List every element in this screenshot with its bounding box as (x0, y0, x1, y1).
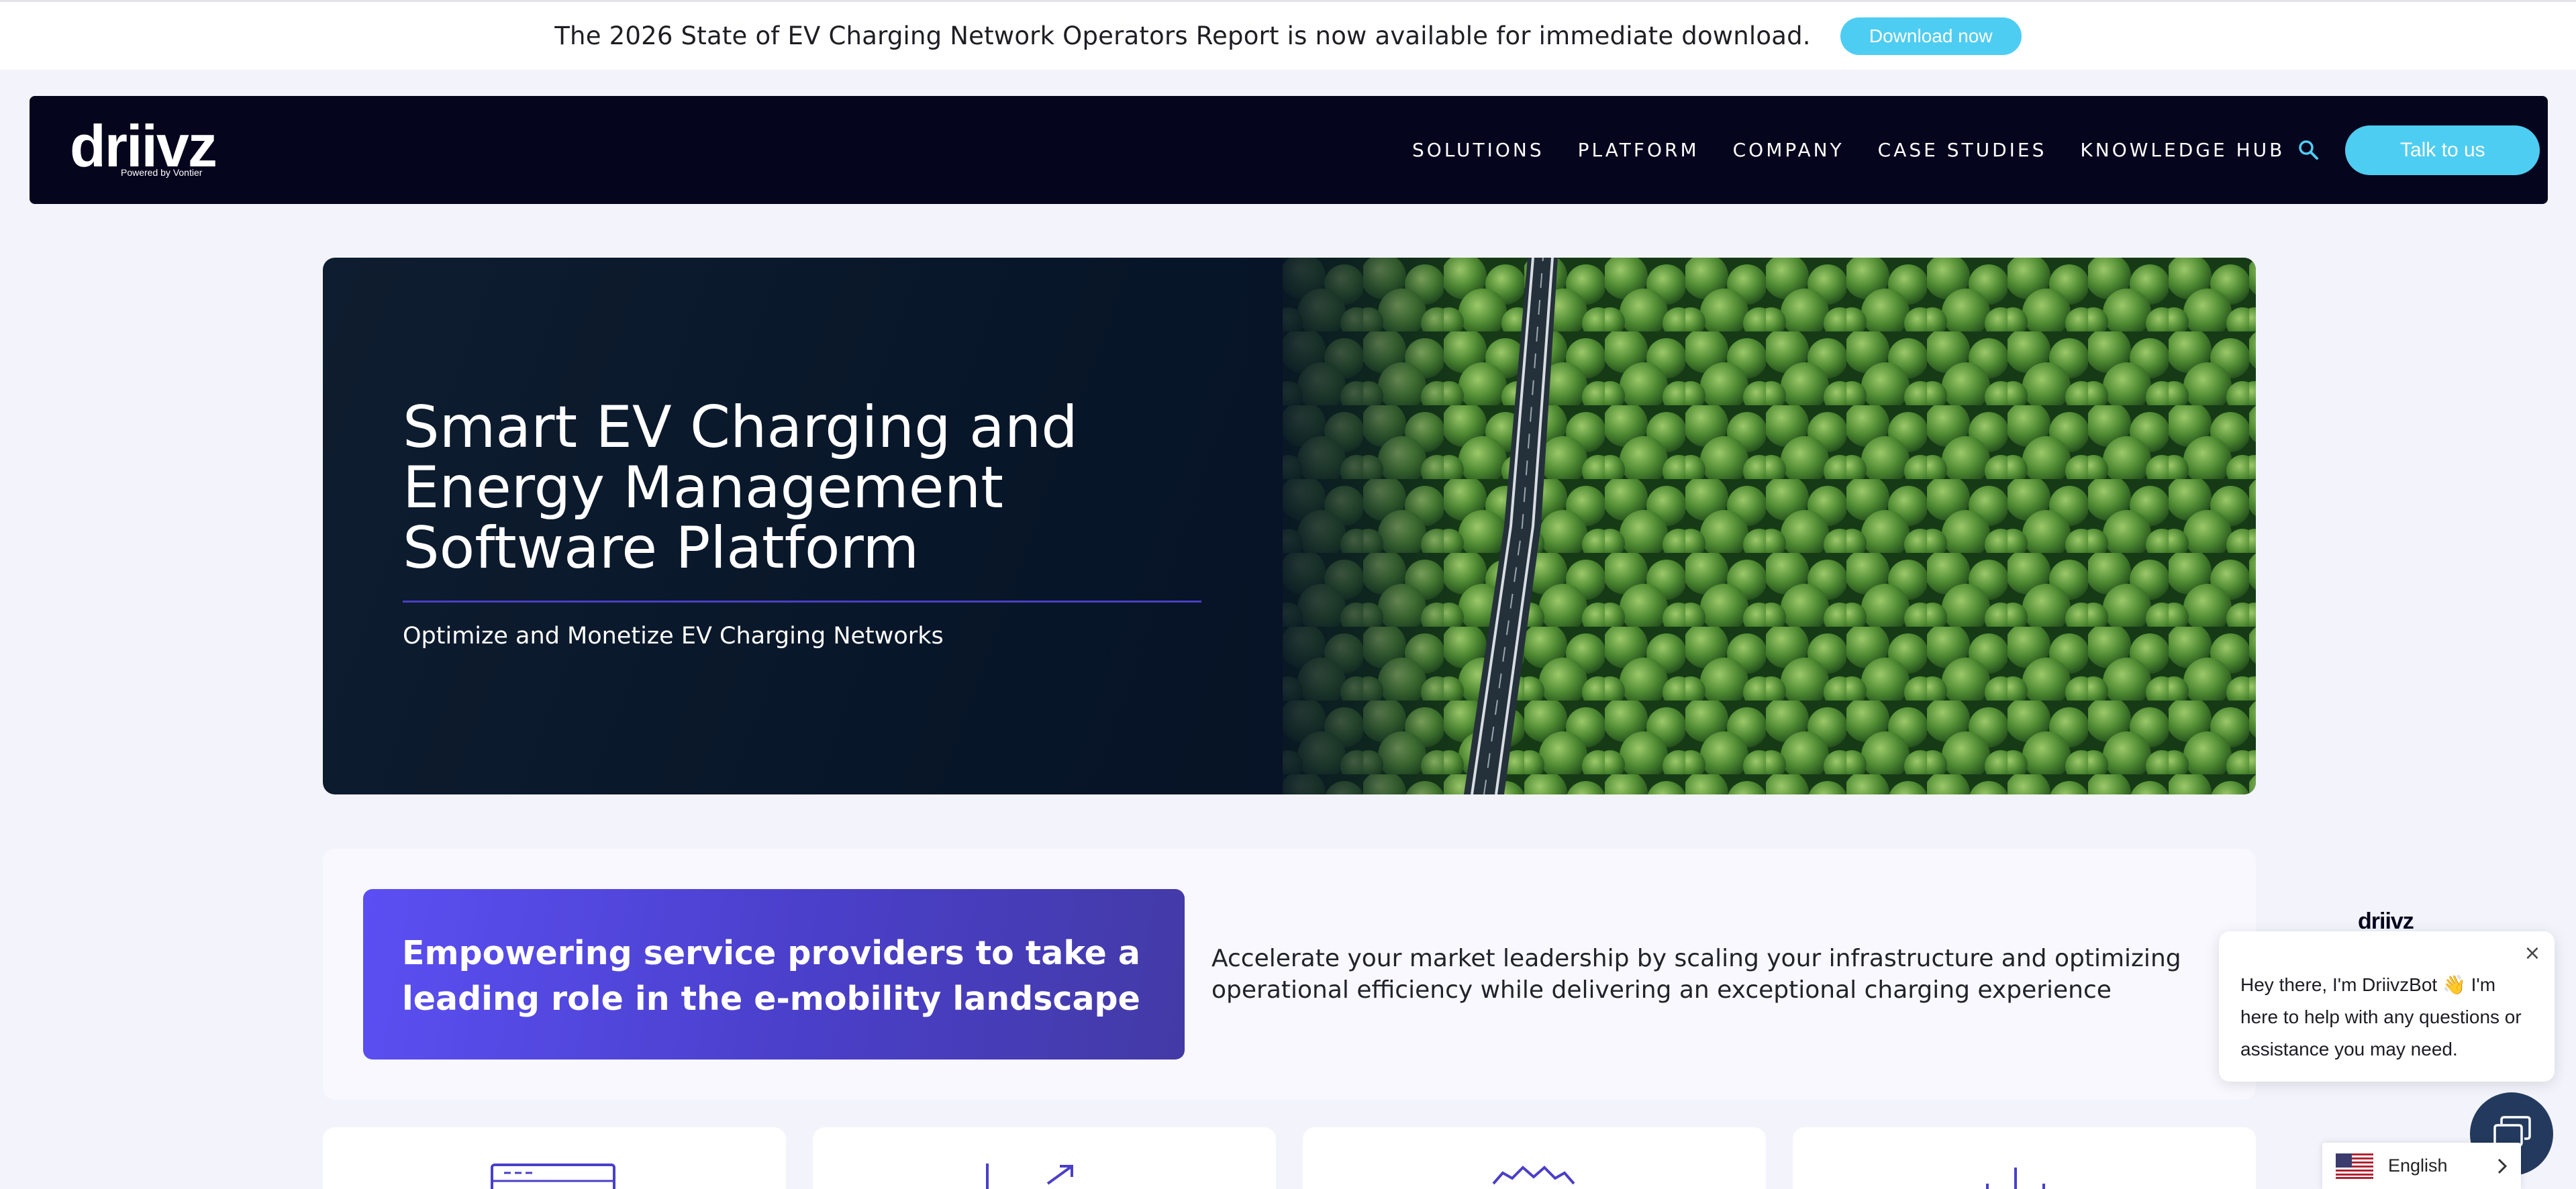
nav-item-knowledge-hub[interactable]: KNOWLEDGE HUB (2080, 139, 2285, 161)
feature-card[interactable] (813, 1127, 1276, 1189)
nav-item-case-studies[interactable]: CASE STUDIES (1878, 139, 2047, 161)
hero-divider (403, 601, 1201, 603)
nav-item-solutions[interactable]: SOLUTIONS (1412, 139, 1544, 161)
driivz-logo[interactable]: driivz Powered by Vontier (70, 116, 217, 183)
bar-chart-icon (1986, 1168, 2045, 1189)
close-icon[interactable]: × (2522, 943, 2542, 964)
chat-greeting: × Hey there, I'm DriivzBot 👋 I'm here to… (2219, 931, 2555, 1082)
value-heading: Empowering service providers to take a l… (402, 934, 1140, 1018)
nav-menu: SOLUTIONS PLATFORM COMPANY CASE STUDIES … (1412, 96, 2540, 204)
hero-title: Smart EV Charging and Energy Management … (403, 394, 1078, 582)
feature-card[interactable] (1793, 1127, 2256, 1189)
chevron-right-icon (2497, 1158, 2508, 1174)
talk-to-us-button[interactable]: Talk to us (2345, 125, 2540, 175)
chat-message: Hey there, I'm DriivzBot 👋 I'm here to h… (2240, 974, 2522, 1059)
announcement-text: The 2026 State of EV Charging Network Op… (554, 21, 1811, 50)
hero-banner: Smart EV Charging and Energy Management … (323, 258, 2256, 794)
badge-icon (1492, 1166, 1575, 1185)
hero-image-fade (1249, 258, 1464, 794)
main-nav: driivz Powered by Vontier SOLUTIONS PLAT… (30, 96, 2548, 204)
value-description: Accelerate your market leadership by sca… (1211, 945, 2181, 1004)
growth-chart-icon (986, 1164, 1073, 1189)
download-now-button[interactable]: Download now (1840, 17, 2022, 55)
nav-item-platform[interactable]: PLATFORM (1578, 139, 1699, 161)
feature-card[interactable] (323, 1127, 786, 1189)
language-selector[interactable]: English (2322, 1143, 2521, 1189)
announcement-bar: The 2026 State of EV Charging Network Op… (0, 0, 2576, 70)
browser-window-icon (491, 1164, 615, 1189)
nav-item-company[interactable]: COMPANY (1733, 139, 1844, 161)
feature-card[interactable] (1303, 1127, 1766, 1189)
search-icon[interactable] (2297, 138, 2321, 162)
language-label: English (2388, 1155, 2448, 1176)
us-flag-icon (2336, 1153, 2373, 1179)
logo-tagline: Powered by Vontier (121, 167, 203, 178)
value-highlight-card: Empowering service providers to take a l… (363, 889, 1185, 1059)
hero-subtitle: Optimize and Monetize EV Charging Networ… (403, 623, 944, 650)
value-section: Empowering service providers to take a l… (323, 849, 2256, 1100)
